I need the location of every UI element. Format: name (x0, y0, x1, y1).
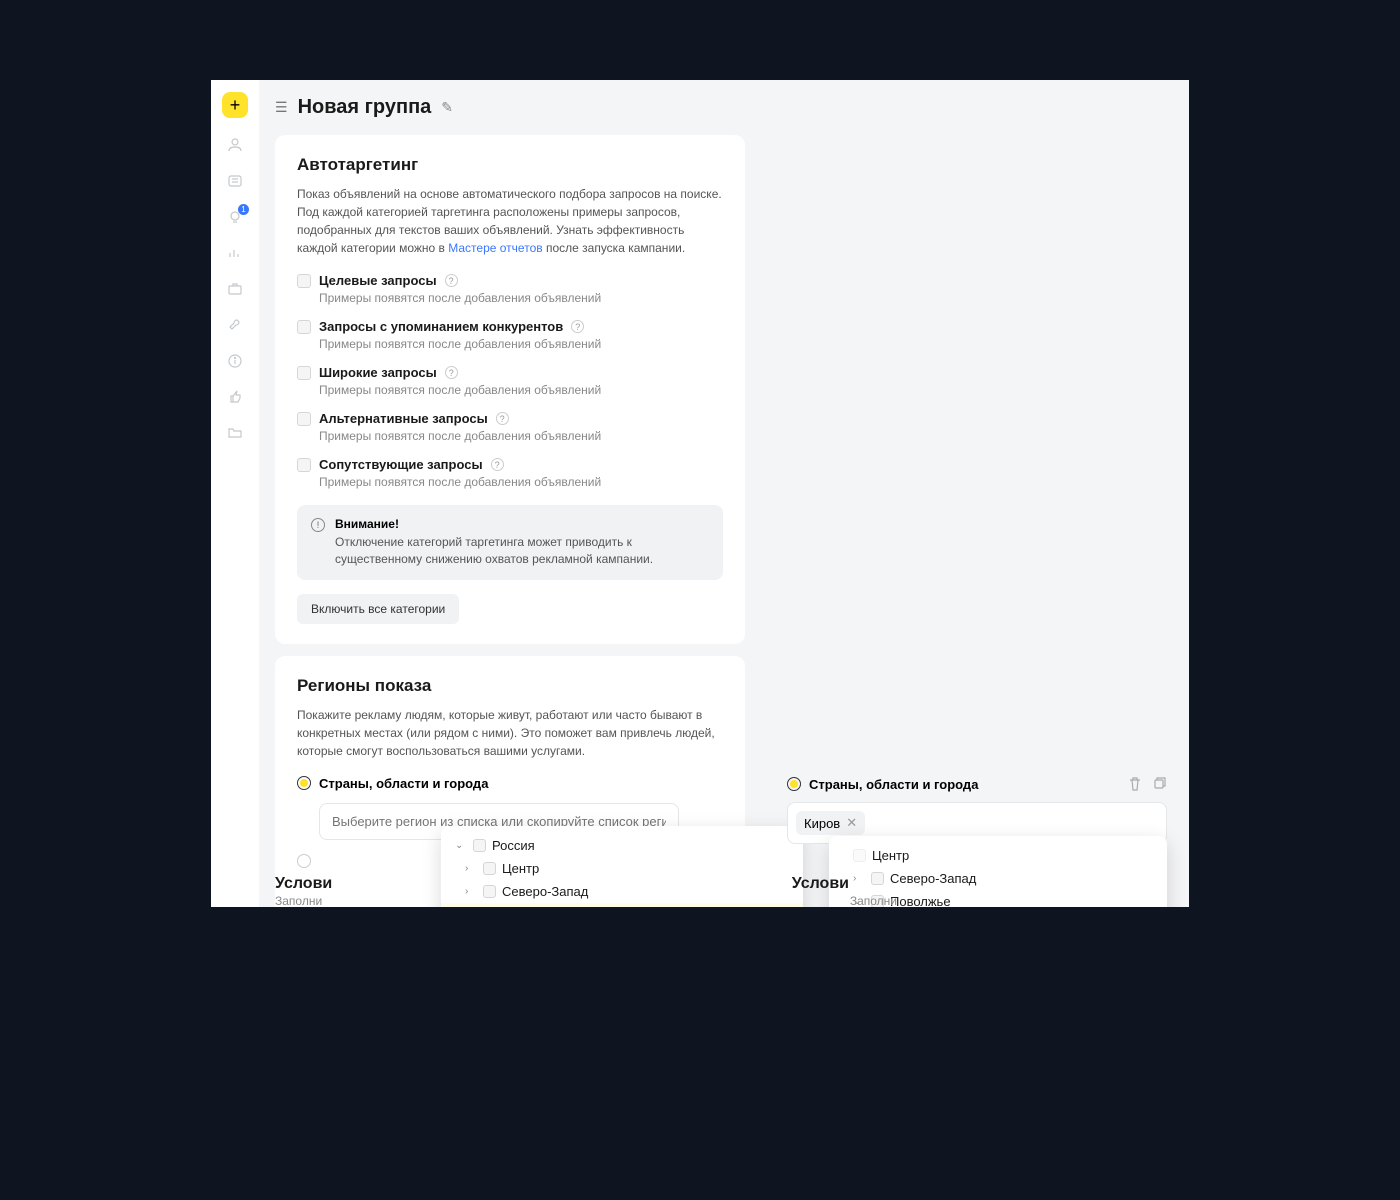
region-tag: Киров✕ (796, 811, 865, 835)
tree-row[interactable]: ›Северо-Запад (829, 867, 1167, 890)
copy-icon[interactable] (1151, 776, 1167, 792)
folder-icon[interactable] (226, 424, 244, 442)
help-icon[interactable]: ? (496, 412, 509, 425)
tree-row[interactable]: ›Центр (441, 857, 803, 880)
countries-label-r: Страны, области и города (809, 777, 1119, 792)
target-sub: Примеры появятся после добавления объявл… (319, 429, 723, 443)
target-label: Сопутствующие запросы (319, 457, 483, 472)
conditions-heading-r: Услови (792, 875, 849, 893)
user-icon[interactable] (226, 136, 244, 154)
group-icon: ☰ (275, 99, 288, 116)
list-icon[interactable] (226, 172, 244, 190)
alert-icon: ! (311, 518, 325, 532)
target-label: Целевые запросы (319, 273, 437, 288)
target-item: Сопутствующие запросы? Примеры появятся … (297, 457, 723, 489)
target-checkbox[interactable] (297, 274, 311, 288)
target-checkbox[interactable] (297, 320, 311, 334)
page-header: ☰ Новая группа ✎ (259, 96, 765, 135)
target-checkbox[interactable] (297, 412, 311, 426)
target-sub: Примеры появятся после добавления объявл… (319, 337, 723, 351)
page-title: Новая группа (298, 96, 432, 119)
countries-radio-label: Страны, области и города (319, 776, 488, 791)
reports-link[interactable]: Мастере отчетов (448, 241, 542, 255)
chart-icon[interactable] (226, 244, 244, 262)
info-icon[interactable] (226, 352, 244, 370)
help-icon[interactable]: ? (571, 320, 584, 333)
briefcase-icon[interactable] (226, 280, 244, 298)
autotarget-title: Автотаргетинг (297, 155, 723, 175)
help-icon[interactable]: ? (491, 458, 504, 471)
target-item: Широкие запросы? Примеры появятся после … (297, 365, 723, 397)
enable-all-button[interactable]: Включить все категории (297, 594, 459, 624)
regions-title: Регионы показа (297, 676, 723, 696)
alert-text: Отключение категорий таргетинга может пр… (335, 534, 709, 568)
target-sub: Примеры появятся после добавления объявл… (319, 291, 723, 305)
tree-row-russia[interactable]: ⌄Россия (441, 834, 803, 857)
conditions-heading: Услови (275, 875, 332, 893)
bulb-icon[interactable]: 1 (226, 208, 244, 226)
conditions-sub-r: Заполни (850, 894, 897, 907)
help-icon[interactable]: ? (445, 274, 458, 287)
wrench-icon[interactable] (226, 316, 244, 334)
target-checkbox[interactable] (297, 458, 311, 472)
target-label: Широкие запросы (319, 365, 437, 380)
thumbs-up-icon[interactable] (226, 388, 244, 406)
tag-remove-icon[interactable]: ✕ (846, 815, 857, 831)
help-icon[interactable]: ? (445, 366, 458, 379)
region-tree-left: ⌄Россия ›Центр›Северо-Запад›Поволжье›Юг›… (441, 826, 803, 907)
target-item: Запросы с упоминанием конкурентов? Приме… (297, 319, 723, 351)
regions-desc: Покажите рекламу людям, которые живут, р… (297, 706, 723, 760)
tree-row[interactable]: ›Северо-Запад (441, 880, 803, 903)
alert-title: Внимание! (335, 517, 709, 531)
target-label: Запросы с упоминанием конкурентов (319, 319, 563, 334)
sidebar: + 1 (211, 80, 259, 907)
trash-icon[interactable] (1127, 776, 1143, 792)
right-pane: Страны, области и города Киров✕ (787, 776, 1167, 844)
target-sub: Примеры появятся после добавления объявл… (319, 475, 723, 489)
countries-radio[interactable] (297, 776, 311, 790)
alt-radio[interactable] (297, 854, 311, 868)
tree-row[interactable]: ›Поволжье (441, 903, 803, 907)
tree-row[interactable]: Центр (829, 844, 1167, 867)
target-checkbox[interactable] (297, 366, 311, 380)
countries-radio-r[interactable] (787, 777, 801, 791)
target-item: Целевые запросы? Примеры появятся после … (297, 273, 723, 305)
warning-alert: ! Внимание! Отключение категорий таргети… (297, 505, 723, 580)
left-pane: ☰ Новая группа ✎ Автотаргетинг Показ объ… (259, 80, 765, 907)
conditions-sub: Заполни (275, 894, 322, 907)
target-sub: Примеры появятся после добавления объявл… (319, 383, 723, 397)
add-button[interactable]: + (222, 92, 248, 118)
target-label: Альтернативные запросы (319, 411, 488, 426)
edit-icon[interactable]: ✎ (441, 99, 453, 116)
autotarget-card: Автотаргетинг Показ объявлений на основе… (275, 135, 745, 644)
target-item: Альтернативные запросы? Примеры появятся… (297, 411, 723, 443)
autotarget-desc: Показ объявлений на основе автоматическо… (297, 185, 723, 257)
